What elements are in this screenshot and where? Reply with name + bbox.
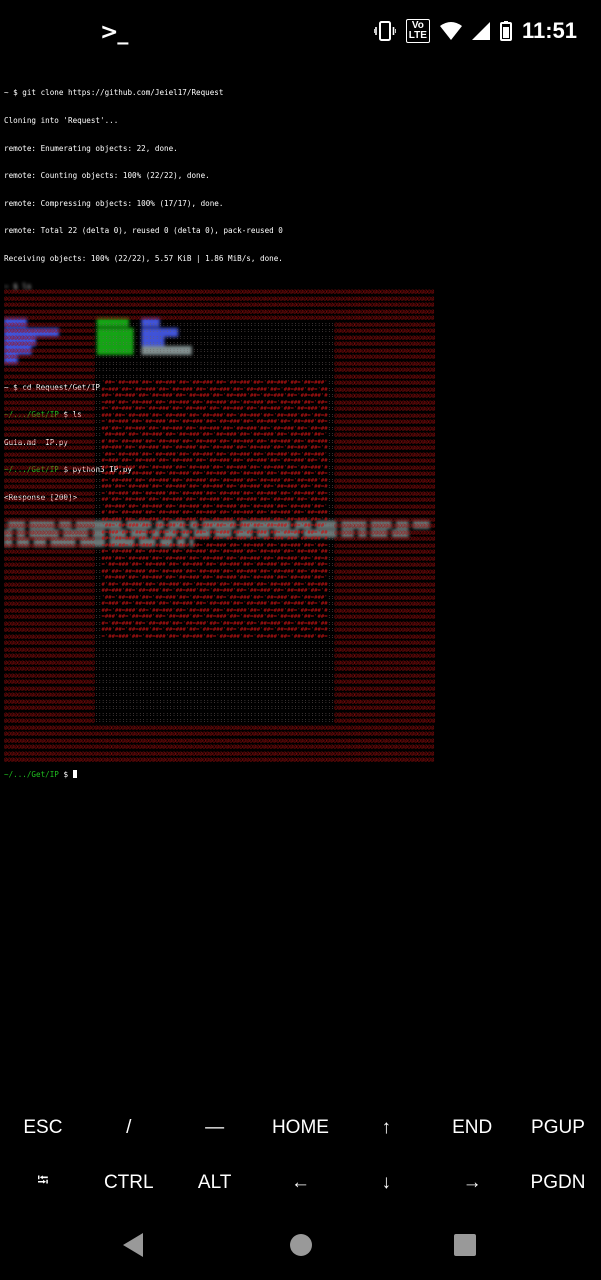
- left-arrow-key[interactable]: ←: [258, 1172, 344, 1194]
- terminal-line: remote: Compressing objects: 100% (17/17…: [4, 198, 224, 208]
- terminal-line: remote: Counting objects: 100% (22/22), …: [4, 171, 210, 181]
- prompt-path: ~/.../Get/IP: [4, 770, 59, 779]
- terminal-line: Cloning into 'Request'...: [4, 116, 119, 125]
- prompt-symbol: $: [58, 770, 73, 779]
- vibrate-icon: [373, 21, 396, 41]
- volte-icon: Vo LTE: [405, 19, 430, 43]
- status-bar: >_ Vo LTE 11:51: [0, 0, 601, 68]
- pgdn-key[interactable]: PGDN: [515, 1172, 601, 1194]
- terminal-line: remote: Enumerating objects: 22, done.: [4, 143, 178, 153]
- extra-keys-row-1: ESC / — HOME ↑ END PGUP: [0, 1100, 601, 1155]
- home-key[interactable]: HOME: [258, 1117, 344, 1139]
- pgup-key[interactable]: PGUP: [515, 1117, 601, 1139]
- up-arrow-key[interactable]: ↑: [343, 1117, 429, 1139]
- signal-icon: [471, 22, 490, 40]
- recents-icon[interactable]: [453, 1232, 477, 1262]
- status-icons: Vo LTE 11:51: [373, 18, 577, 44]
- terminal-line: Receiving objects: 100% (22/22), 5.57 Ki…: [4, 253, 283, 263]
- prompt-line[interactable]: ~/.../Get/IP $: [4, 770, 77, 779]
- right-arrow-key[interactable]: →: [429, 1172, 515, 1194]
- text-cursor: [72, 770, 77, 778]
- terminal-line: remote: Total 22 (delta 0), reused 0 (de…: [4, 226, 283, 236]
- terminal-line: ~ $ git clone https://github.com/Jeiel17…: [4, 88, 224, 98]
- dash-key[interactable]: —: [172, 1117, 258, 1139]
- battery-icon: [499, 21, 512, 41]
- down-arrow-key[interactable]: ↓: [343, 1172, 429, 1194]
- terminal-app-icon: >_: [100, 20, 128, 45]
- end-key[interactable]: END: [429, 1117, 515, 1139]
- extra-keys-bar: ESC / — HOME ↑ END PGUP ⭾ CTRL ALT ← ↓ →…: [0, 1100, 601, 1210]
- back-icon[interactable]: [121, 1232, 145, 1262]
- home-icon[interactable]: [289, 1232, 313, 1262]
- clock: 11:51: [521, 18, 577, 43]
- ascii-art: @@@@@@@@@@@@@@@@@@@@@@@@@@@@@@@@@@@@@@@@…: [4, 289, 538, 764]
- extra-keys-row-2: ⭾ CTRL ALT ← ↓ → PGDN: [0, 1155, 601, 1210]
- ascii-art-text: @@@@@@@@@@@@@@@@@@@@@@@@@@@@@@@@@@@@@@@@…: [4, 289, 436, 763]
- alt-key[interactable]: ALT: [172, 1172, 258, 1194]
- slash-key[interactable]: /: [86, 1117, 172, 1139]
- ctrl-key[interactable]: CTRL: [86, 1172, 172, 1194]
- wifi-icon: [439, 22, 462, 40]
- navigation-bar: [0, 1214, 601, 1280]
- esc-key[interactable]: ESC: [0, 1117, 86, 1139]
- tab-key[interactable]: ⭾: [0, 1170, 86, 1195]
